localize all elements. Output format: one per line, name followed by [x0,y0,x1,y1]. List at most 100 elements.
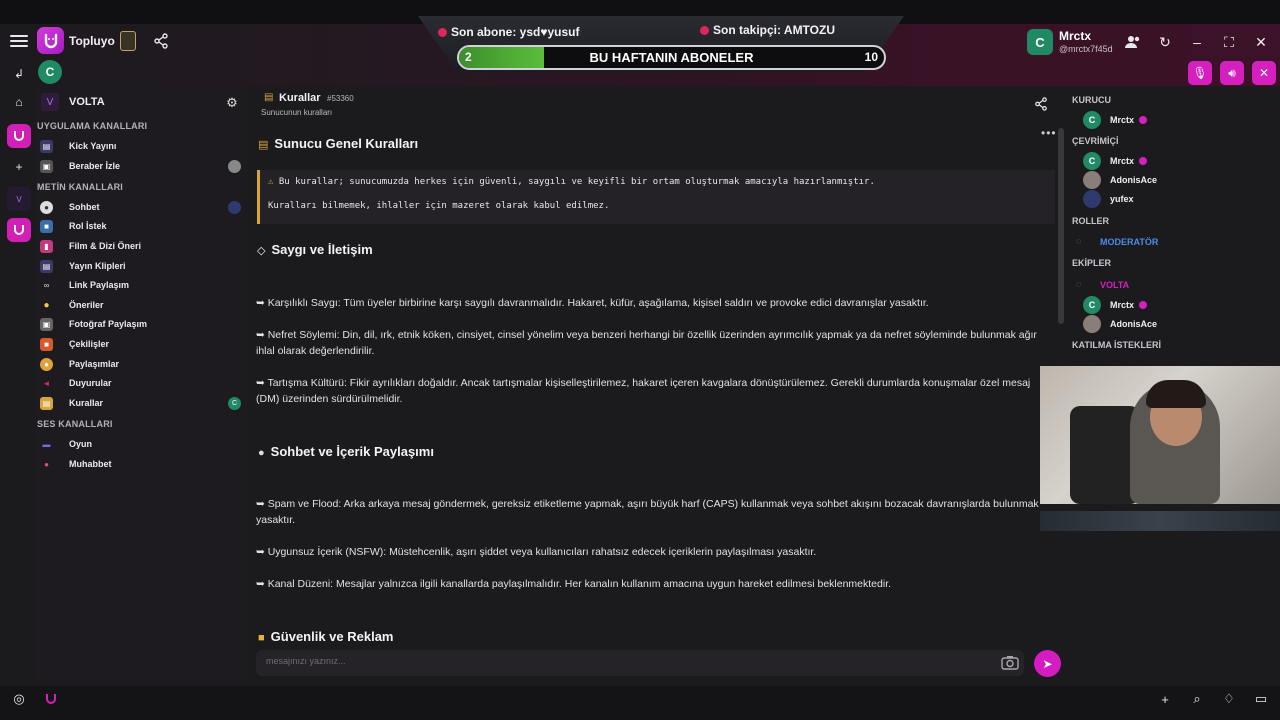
channel-cekilisler[interactable]: ■ Çekilişler [40,335,245,353]
user-name: Mrctx [1059,29,1092,43]
callout-line-text: Bu kurallar; sunucumuzda herkes için güv… [278,177,875,187]
add-friend-icon[interactable] [1124,33,1142,51]
close-icon[interactable]: ✕ [1252,33,1270,51]
server-name[interactable]: VOLTA [69,96,105,108]
speaker-icon[interactable]: 🔊︎ [1220,61,1244,85]
more-options-icon[interactable]: ••• [1041,126,1057,140]
add-server-icon[interactable]: + [7,155,31,179]
member-name: AdonisAce [1110,319,1158,329]
rule-paragraph: ➥ Spam ve Flood: Arka arkaya mesaj gönde… [256,498,1039,526]
content-scrollbar[interactable] [1058,128,1064,324]
subscriber-goal-bar: 2 BU HAFTANIN ABONELER 10 [457,45,886,70]
server-icon-volta[interactable]: V [7,187,31,211]
rules-callout: ⚠ Bu kurallar; sunucumuzda herkes için g… [257,170,1055,224]
disconnect-icon[interactable]: ✕ [1252,61,1276,85]
team-icon: ◌ [1076,279,1082,289]
rank-badge-icon[interactable] [120,31,136,51]
chat-icon[interactable]: ▭ [1252,690,1270,708]
section-title: ■ Güvenlik ve Reklam [258,629,394,644]
channel-kurallar[interactable]: ▤ Kurallar [40,394,245,412]
channel-duyurular[interactable]: ◄ Duyurular [40,374,245,392]
server-icon-pink[interactable] [7,218,31,242]
rule-paragraph: ➥ Tartışma Kültürü: Fikir ayrılıkları do… [256,377,1031,405]
online-title: ÇEVRİMİÇİ [1072,136,1119,146]
channel-yayin-klipleri[interactable]: ▤ Yayın Klipleri [40,257,245,275]
collapse-icon[interactable]: ↲ [7,62,31,86]
menu-icon[interactable] [10,32,28,50]
mic-icon: ● [44,459,49,469]
lightbulb-icon: ● [43,299,50,311]
role-icon: ◌ [1076,236,1082,246]
globe-icon[interactable]: ◎ [10,690,28,708]
member-item[interactable]: AdonisAce [1083,315,1157,333]
app-channels-title: UYGULAMA KANALLARI [37,121,148,131]
channel-paylasimlar[interactable]: ● Paylaşımlar [40,355,245,373]
member-item[interactable]: C Mrctx [1083,296,1148,314]
member-name: Mrctx [1110,156,1135,166]
channel-description: Sunucunun kuralları [261,108,333,117]
scroll-icon: ▤ [40,396,53,410]
rail-user-avatar[interactable]: C [38,60,62,84]
goal-label: BU HAFTANIN ABONELER [589,50,754,65]
share-icon[interactable] [152,32,170,50]
share-channel-icon[interactable] [1033,96,1049,112]
channel-kick[interactable]: ▤ Kick Yayını [40,137,245,155]
member-item[interactable]: AdonisAce [1083,171,1157,189]
channel-film-dizi[interactable]: ▮ Film & Dizi Öneri [40,237,245,255]
avatar: C [1083,152,1101,170]
role-moderator[interactable]: MODERATÖR [1100,237,1158,247]
bell-icon[interactable]: ♢ [1220,690,1238,708]
roles-title: ROLLER [1072,216,1109,226]
camera-upload-icon[interactable] [1001,654,1019,670]
scroll-icon: ▤ [258,139,269,151]
user-avatar[interactable]: C [1027,29,1053,55]
volta-server-icon: V [41,93,59,111]
minimize-icon[interactable]: – [1188,33,1206,51]
send-button[interactable]: ➤ [1034,650,1061,677]
tv-icon: ▣ [40,159,53,173]
topluyo-logo[interactable] [37,27,64,54]
channel-title: Kurallar [279,92,321,104]
maximize-icon[interactable]: ⛶ [1220,33,1238,51]
channel-link[interactable]: ∞ Link Paylaşım [40,276,245,294]
add-icon[interactable]: + [1156,690,1174,708]
section-title-text: Güvenlik ve Reklam [270,629,394,644]
channel-label: Beraber İzle [69,161,121,171]
channel-id: #53360 [327,94,354,103]
member-item[interactable]: C Mrctx [1083,152,1148,170]
search-icon[interactable]: ⌕ [1188,690,1206,708]
rule-paragraph: ➥ Karşılıklı Saygı: Tüm üyeler birbirine… [256,297,929,309]
gear-icon[interactable]: ⚙ [224,95,240,111]
member-item[interactable]: yufex [1083,190,1134,208]
status-badge [1139,116,1148,124]
webcam-feed [1040,366,1280,504]
avatar [1083,315,1101,333]
rule-paragraph: ➥ Kanal Düzeni: Mesajlar yalnızca ilgili… [256,578,892,590]
channel-oneriler[interactable]: ● Öneriler [40,296,245,314]
microphone-icon[interactable]: 🎙︎ [1188,61,1212,85]
join-requests-title: KATILMA İSTEKLERİ [1072,340,1161,350]
gamepad-icon: ▬ [42,439,51,449]
refresh-icon[interactable]: ↻ [1156,33,1174,51]
team-name[interactable]: VOLTA [1100,280,1129,290]
channel-label: Kick Yayını [69,141,117,151]
channel-sohbet[interactable]: ● Sohbet [40,198,245,216]
member-name: AdonisAce [1110,175,1158,185]
voice-channel-oyun[interactable]: ▬ Oyun [40,435,245,453]
home-icon[interactable]: ⌂ [7,90,31,114]
channel-watch-together[interactable]: ▣ Beraber İzle [40,157,245,175]
channel-fotograf[interactable]: ▣ Fotoğraf Paylaşım [40,315,245,333]
member-item[interactable]: C Mrctx [1083,111,1148,129]
server-icon-topluyo[interactable] [7,124,31,148]
channel-label: Link Paylaşım [69,280,130,290]
channel-label: Sohbet [69,202,100,212]
channel-label: Yayın Klipleri [69,261,126,271]
avatar [1083,190,1101,208]
message-input[interactable] [266,656,966,666]
section-title: ● Sohbet ve İçerik Paylaşımı [258,444,434,459]
teams-title: EKİPLER [1072,258,1112,268]
channel-rol-istek[interactable]: ■ Rol İstek [40,217,245,235]
topluyo-mini-icon[interactable] [42,690,60,708]
founder-title: KURUCU [1072,95,1111,105]
voice-channel-muhabbet[interactable]: ● Muhabbet [40,455,245,473]
